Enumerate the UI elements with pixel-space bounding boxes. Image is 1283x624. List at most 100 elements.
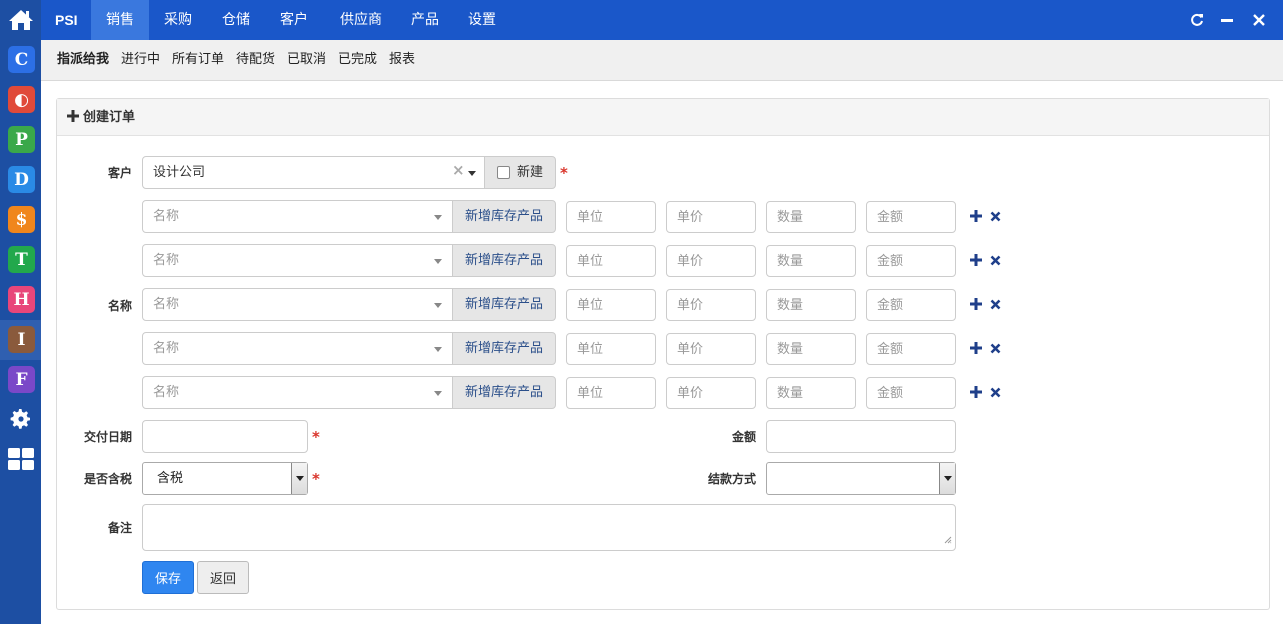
tab-warehouse[interactable]: 仓储 xyxy=(213,0,259,40)
customer-value: 设计公司 xyxy=(153,165,206,180)
unit-price-input[interactable]: 单价 xyxy=(666,245,756,277)
unit-input[interactable]: 单位 xyxy=(566,245,656,277)
add-stock-product-button[interactable]: 新增库存产品 xyxy=(452,200,556,233)
resize-handle-icon[interactable] xyxy=(944,533,952,548)
rail-app-icon[interactable]: ◐ xyxy=(8,86,35,113)
unit-price-input[interactable]: 单价 xyxy=(666,201,756,233)
tab-sales[interactable]: 销售 xyxy=(91,0,149,40)
quantity-input[interactable]: 数量 xyxy=(766,289,856,321)
tax-select[interactable]: 含税 xyxy=(142,462,308,495)
refresh-icon[interactable] xyxy=(1188,11,1206,29)
remove-row-icon[interactable] xyxy=(990,343,1001,358)
customer-label: 客户 xyxy=(107,166,132,180)
quantity-input[interactable]: 数量 xyxy=(766,377,856,409)
close-icon[interactable] xyxy=(1250,11,1268,29)
add-stock-product-button[interactable]: 新增库存产品 xyxy=(452,376,556,409)
rail-app-icon[interactable]: T xyxy=(8,246,35,273)
remark-textarea[interactable] xyxy=(142,504,956,551)
quantity-input[interactable]: 数量 xyxy=(766,201,856,233)
subnav-assigned-to-me[interactable]: 指派给我 xyxy=(57,40,109,80)
product-name-select[interactable]: 名称 xyxy=(142,200,453,233)
rail-app-icon[interactable]: F xyxy=(8,366,35,393)
tab-supplier[interactable]: 供应商 xyxy=(331,0,391,40)
line-amount-input[interactable]: 金额 xyxy=(866,201,956,233)
product-name-placeholder: 名称 xyxy=(153,253,180,268)
remove-row-icon[interactable] xyxy=(990,255,1001,270)
chevron-down-icon xyxy=(434,347,442,352)
unit-input[interactable]: 单位 xyxy=(566,377,656,409)
brand-logo[interactable]: PSI xyxy=(55,0,78,40)
unit-placeholder: 单位 xyxy=(577,210,604,225)
product-name-select[interactable]: 名称 xyxy=(142,376,453,409)
unit-price-input[interactable]: 单价 xyxy=(666,377,756,409)
product-name-placeholder: 名称 xyxy=(153,297,180,312)
rail-app-icon[interactable]: I xyxy=(8,326,35,353)
unit-input[interactable]: 单位 xyxy=(566,333,656,365)
rail-app-icon[interactable]: C xyxy=(8,46,35,73)
line-amount-input[interactable]: 金额 xyxy=(866,377,956,409)
quantity-input[interactable]: 数量 xyxy=(766,333,856,365)
add-row-icon[interactable] xyxy=(970,254,982,270)
subnav-all-orders[interactable]: 所有订单 xyxy=(172,40,224,80)
remove-row-icon[interactable] xyxy=(990,211,1001,226)
add-stock-product-button[interactable]: 新增库存产品 xyxy=(452,288,556,321)
line-amount-input[interactable]: 金额 xyxy=(866,333,956,365)
unit-placeholder: 单位 xyxy=(577,386,604,401)
tab-product[interactable]: 产品 xyxy=(402,0,448,40)
unit-input[interactable]: 单位 xyxy=(566,289,656,321)
tab-purchase[interactable]: 采购 xyxy=(155,0,201,40)
product-name-placeholder: 名称 xyxy=(153,385,180,400)
tab-settings[interactable]: 设置 xyxy=(459,0,505,40)
grid-icon[interactable] xyxy=(0,445,41,473)
product-name-select[interactable]: 名称 xyxy=(142,288,453,321)
total-amount-input[interactable] xyxy=(766,420,956,453)
tax-select-value: 含税 xyxy=(157,471,184,486)
add-row-icon[interactable] xyxy=(970,386,982,402)
product-name-select[interactable]: 名称 xyxy=(142,332,453,365)
line-amount-input[interactable]: 金额 xyxy=(866,289,956,321)
subnav-in-progress[interactable]: 进行中 xyxy=(121,40,160,80)
back-button[interactable]: 返回 xyxy=(197,561,249,594)
new-customer-checkbox[interactable] xyxy=(497,166,510,179)
subnav-completed[interactable]: 已完成 xyxy=(338,40,377,80)
minimize-icon[interactable] xyxy=(1218,11,1236,29)
chevron-down-icon xyxy=(434,215,442,220)
rail-app-icon[interactable]: $ xyxy=(8,206,35,233)
gear-icon[interactable] xyxy=(0,405,41,433)
unit-price-placeholder: 单价 xyxy=(677,342,704,357)
rail-app-icon[interactable]: P xyxy=(8,126,35,153)
product-name-select[interactable]: 名称 xyxy=(142,244,453,277)
save-button[interactable]: 保存 xyxy=(142,561,194,594)
required-mark: * xyxy=(312,470,320,488)
add-row-icon[interactable] xyxy=(970,298,982,314)
subnav-reports[interactable]: 报表 xyxy=(389,40,415,80)
chevron-down-icon xyxy=(468,171,476,176)
unit-input[interactable]: 单位 xyxy=(566,201,656,233)
line-amount-placeholder: 金额 xyxy=(877,298,904,313)
chevron-down-icon xyxy=(434,259,442,264)
rail-app-icon[interactable]: H xyxy=(8,286,35,313)
tab-customer[interactable]: 客户 xyxy=(271,0,317,40)
quantity-placeholder: 数量 xyxy=(777,210,804,225)
home-icon[interactable] xyxy=(0,0,41,40)
add-row-icon[interactable] xyxy=(970,210,982,226)
unit-price-input[interactable]: 单价 xyxy=(666,289,756,321)
line-amount-input[interactable]: 金额 xyxy=(866,245,956,277)
add-row-icon[interactable] xyxy=(970,342,982,358)
product-name-placeholder: 名称 xyxy=(153,209,180,224)
required-mark: * xyxy=(560,164,568,182)
quantity-placeholder: 数量 xyxy=(777,254,804,269)
subnav-cancelled[interactable]: 已取消 xyxy=(287,40,326,80)
add-stock-product-button[interactable]: 新增库存产品 xyxy=(452,244,556,277)
clear-icon[interactable]: × xyxy=(452,161,465,179)
remove-row-icon[interactable] xyxy=(990,299,1001,314)
subnav-pending-allocation[interactable]: 待配货 xyxy=(236,40,275,80)
unit-price-input[interactable]: 单价 xyxy=(666,333,756,365)
delivery-date-input[interactable] xyxy=(142,420,308,453)
rail-app-icon[interactable]: D xyxy=(8,166,35,193)
remove-row-icon[interactable] xyxy=(990,387,1001,402)
customer-select[interactable]: 设计公司 × xyxy=(142,156,485,189)
add-stock-product-button[interactable]: 新增库存产品 xyxy=(452,332,556,365)
quantity-input[interactable]: 数量 xyxy=(766,245,856,277)
payment-method-select[interactable] xyxy=(766,462,956,495)
